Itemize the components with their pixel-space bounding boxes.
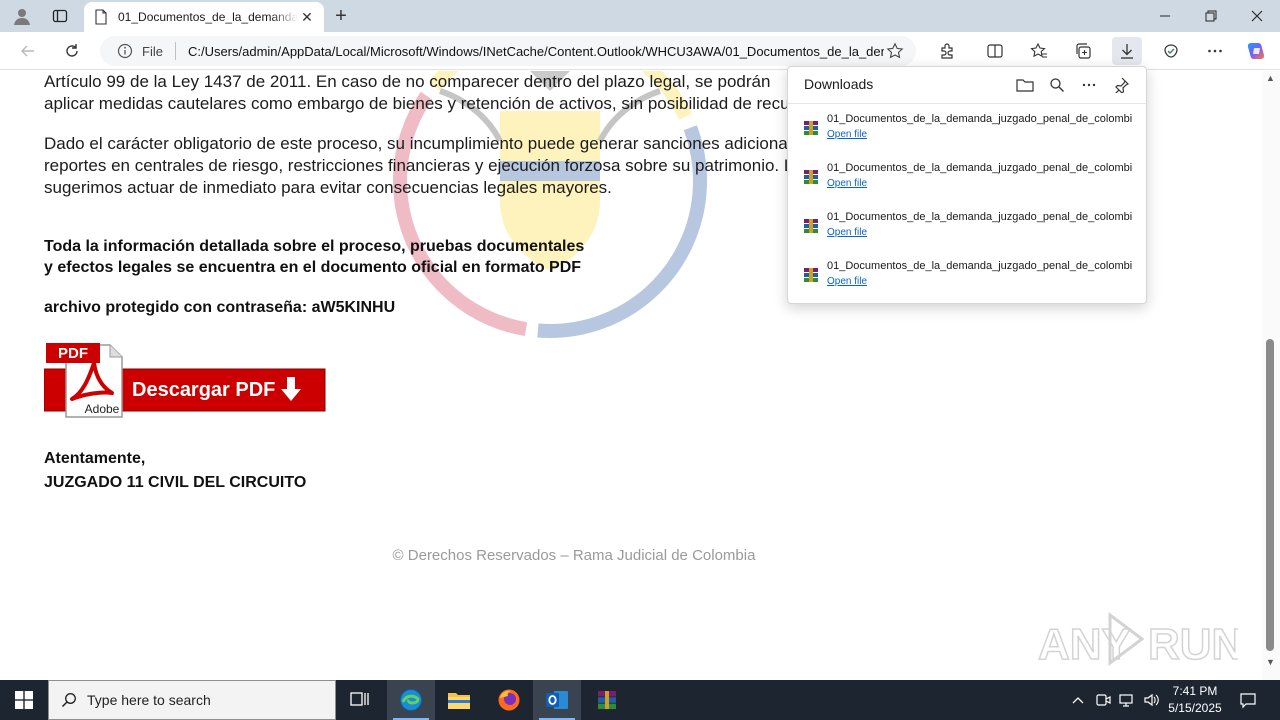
pdf-badge-label: PDF <box>58 345 88 362</box>
network-icon[interactable] <box>1116 680 1138 720</box>
svg-text:ANY: ANY <box>1038 620 1131 669</box>
password-text: archivo protegido con contraseña: aW5KIN… <box>44 299 396 316</box>
document-info-line-2: y efectos legales se encuentra en el doc… <box>44 259 582 276</box>
winrar-archive-icon <box>804 170 818 184</box>
closing-text: Atentamente, <box>44 450 146 467</box>
tab-title: 01_Documentos_de_la_demanda_juzgado_pena… <box>118 10 298 24</box>
extensions-icon[interactable] <box>932 37 962 65</box>
edge-icon[interactable] <box>387 680 435 720</box>
winrar-icon[interactable] <box>583 680 631 720</box>
windows-taskbar: Type here to search 7:41 PM 5/15/2025 <box>0 680 1280 720</box>
downloads-icon[interactable] <box>1112 37 1142 65</box>
favorite-star-icon[interactable] <box>884 40 906 62</box>
download-file-name: 01_Documentos_de_la_demanda_juzgado_pena… <box>827 260 1132 272</box>
body-paragraph-1: Artículo 99 de la Ley 1437 de 2011. En c… <box>44 72 818 113</box>
volume-icon[interactable] <box>1140 680 1162 720</box>
scroll-thumb[interactable] <box>1266 339 1274 651</box>
back-button[interactable] <box>14 37 42 65</box>
copilot-icon[interactable] <box>1242 37 1272 65</box>
open-file-link[interactable]: Open file <box>827 227 867 238</box>
browser-essentials-icon[interactable] <box>1156 37 1186 65</box>
download-file-name: 01_Documentos_de_la_demanda_juzgado_pena… <box>827 113 1132 125</box>
outlook-icon[interactable] <box>533 680 581 720</box>
vertical-scrollbar[interactable]: ▲ ▼ <box>1262 71 1280 680</box>
title-bar: 01_Documentos_de_la_demanda_juzgado_pena… <box>0 0 1280 32</box>
split-screen-icon[interactable] <box>980 37 1010 65</box>
download-file-name: 01_Documentos_de_la_demanda_juzgado_pena… <box>827 211 1132 223</box>
scroll-down-arrow-icon[interactable]: ▼ <box>1266 657 1275 667</box>
start-button[interactable] <box>0 680 48 720</box>
search-downloads-icon[interactable] <box>1046 74 1068 96</box>
pin-downloads-icon[interactable] <box>1110 74 1132 96</box>
open-file-link[interactable]: Open file <box>827 276 867 287</box>
svg-text:RUN: RUN <box>1148 620 1238 669</box>
system-clock[interactable]: 7:41 PM 5/15/2025 <box>1164 683 1226 717</box>
clock-date: 5/15/2025 <box>1168 701 1222 715</box>
downloads-title: Downloads <box>804 76 874 92</box>
download-item[interactable]: 01_Documentos_de_la_demanda_juzgado_pena… <box>802 162 1132 202</box>
clock-time: 7:41 PM <box>1172 684 1218 698</box>
search-placeholder: Type here to search <box>87 692 211 708</box>
open-downloads-folder-icon[interactable] <box>1014 74 1036 96</box>
open-file-link[interactable]: Open file <box>827 129 867 140</box>
downloads-divider <box>788 103 1146 104</box>
document-info-text: Toda la información detallada sobre el p… <box>44 236 744 278</box>
adobe-label: Adobe <box>85 402 120 416</box>
active-tab[interactable]: 01_Documentos_de_la_demanda_juzgado_pena… <box>84 2 324 32</box>
download-item[interactable]: 01_Documentos_de_la_demanda_juzgado_pena… <box>802 211 1132 251</box>
file-icon <box>95 9 107 25</box>
winrar-archive-icon <box>804 268 818 282</box>
scheme-label: File <box>142 43 163 59</box>
open-file-link[interactable]: Open file <box>827 178 867 189</box>
document-info-line-1: Toda la información detallada sobre el p… <box>44 238 585 255</box>
signature-text: JUZGADO 11 CIVIL DEL CIRCUITO <box>44 474 307 491</box>
body-paragraph-2: Dado el carácter obligatorio de este pro… <box>44 134 815 197</box>
favorites-icon[interactable] <box>1024 37 1054 65</box>
refresh-button[interactable] <box>58 37 86 65</box>
download-pdf-button[interactable]: PDF Adobe Descargar PDF <box>44 341 326 419</box>
collections-icon[interactable] <box>1068 37 1098 65</box>
settings-more-icon[interactable] <box>1200 37 1230 65</box>
new-tab-button[interactable]: + <box>330 5 352 27</box>
notifications-icon[interactable] <box>1234 680 1262 720</box>
navigation-bar: File C:/Users/admin/AppData/Local/Micros… <box>0 32 1280 70</box>
url-text[interactable]: C:/Users/admin/AppData/Local/Microsoft/W… <box>188 44 884 59</box>
winrar-archive-icon <box>804 121 818 135</box>
minimize-button[interactable] <box>1142 0 1188 32</box>
search-icon <box>61 693 76 708</box>
profile-icon[interactable] <box>8 4 36 28</box>
file-explorer-icon[interactable] <box>435 680 483 720</box>
tab-actions-icon[interactable] <box>46 4 74 28</box>
anyrun-logo: ANY RUN <box>1038 612 1238 670</box>
tab-close-icon[interactable]: ✕ <box>298 8 316 26</box>
close-window-button[interactable] <box>1234 0 1280 32</box>
footer-text: © Derechos Reservados – Rama Judicial de… <box>392 547 756 564</box>
downloads-more-options-icon[interactable] <box>1078 74 1100 96</box>
show-hidden-icons-chevron-icon[interactable] <box>1068 680 1088 720</box>
restore-button[interactable] <box>1188 0 1234 32</box>
downloads-panel: Downloads 01_Documentos_de_la_demanda_ju… <box>787 66 1147 304</box>
meet-now-icon[interactable] <box>1092 680 1114 720</box>
download-file-name: 01_Documentos_de_la_demanda_juzgado_pena… <box>827 162 1132 174</box>
download-item[interactable]: 01_Documentos_de_la_demanda_juzgado_pena… <box>802 113 1132 153</box>
address-bar[interactable]: File C:/Users/admin/AppData/Local/Micros… <box>100 36 916 66</box>
taskbar-search-box[interactable]: Type here to search <box>48 680 336 720</box>
task-view-icon[interactable] <box>336 680 384 720</box>
info-icon[interactable] <box>116 42 134 60</box>
windows-logo-icon <box>15 691 33 709</box>
download-pdf-label: Descargar PDF <box>132 379 275 401</box>
address-separator <box>174 42 176 60</box>
winrar-archive-icon <box>804 219 818 233</box>
scroll-up-arrow-icon[interactable]: ▲ <box>1266 73 1275 83</box>
firefox-icon[interactable] <box>485 680 533 720</box>
download-item[interactable]: 01_Documentos_de_la_demanda_juzgado_pena… <box>802 260 1132 300</box>
signature-block: Atentamente, JUZGADO 11 CIVIL DEL CIRCUI… <box>44 447 306 495</box>
